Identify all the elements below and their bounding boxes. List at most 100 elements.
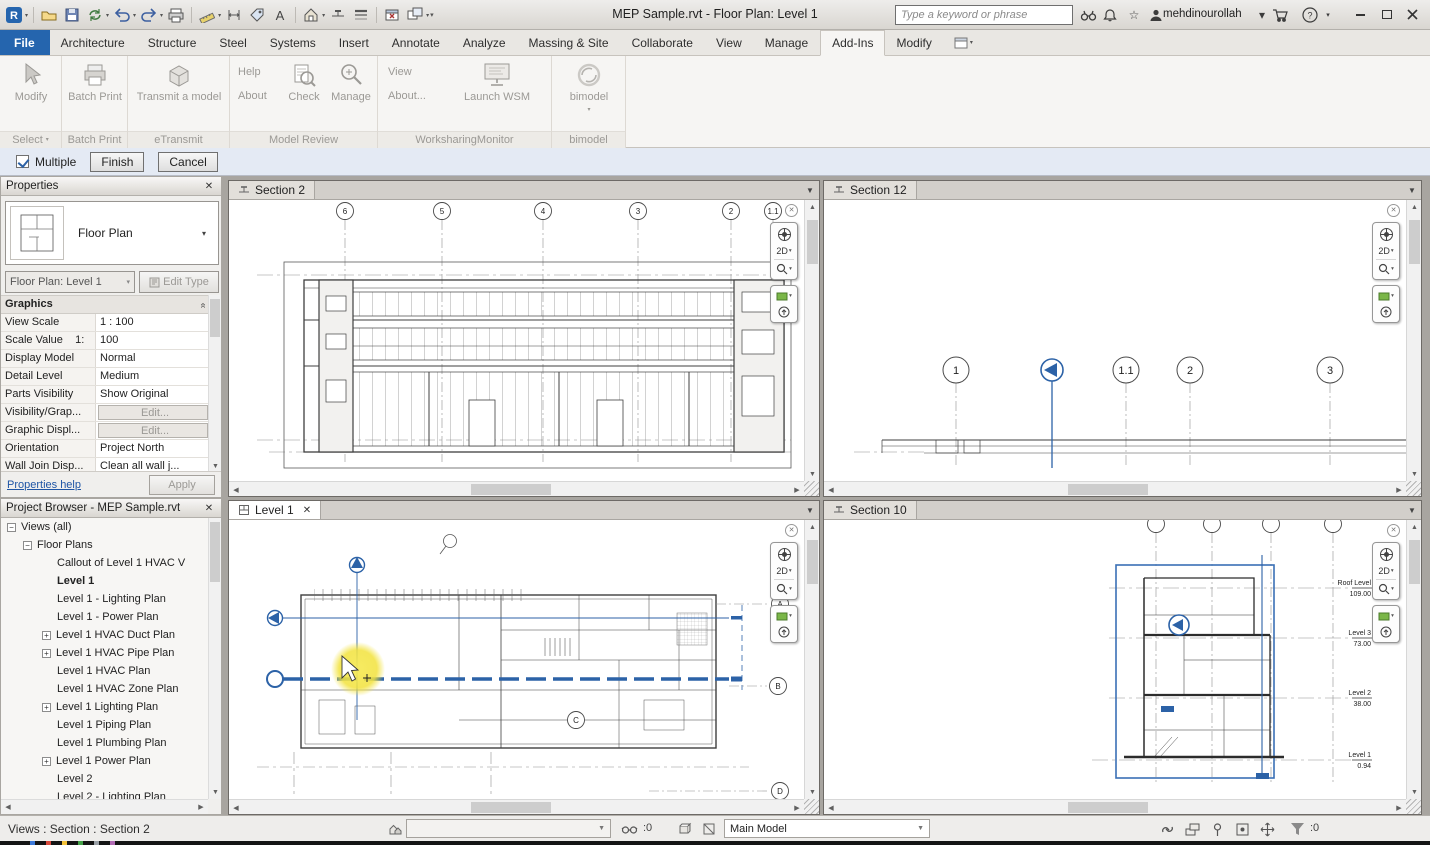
scrollbar-thumb[interactable] (471, 802, 551, 813)
elevation-marker[interactable] (440, 535, 457, 555)
tab-structure[interactable]: Structure (137, 30, 209, 55)
revit-logo-icon[interactable]: R (4, 5, 24, 25)
instance-selector[interactable]: Floor Plan: Level 1 ▾ (5, 271, 135, 293)
chevron-down-icon[interactable]: ▾ (322, 12, 325, 19)
scrollbar-thumb[interactable] (1068, 484, 1148, 495)
resize-grip[interactable] (1406, 799, 1421, 814)
chevron-down-icon[interactable]: ▾ (1252, 6, 1272, 24)
scrollbar-thumb[interactable] (210, 522, 220, 582)
scroll-right-icon[interactable]: ▶ (194, 800, 208, 814)
qat-customize-icon[interactable]: ▾ (430, 11, 434, 19)
section-12-canvas[interactable]: 1 1.1 2 3 ✕ 2D▾ (824, 200, 1406, 481)
minimize-button[interactable] (1349, 4, 1372, 25)
steering-wheel-button[interactable] (771, 545, 797, 564)
scrollbar-thumb[interactable] (1409, 220, 1420, 264)
tree-view-item[interactable]: +Level 1 HVAC Pipe Plan (1, 644, 208, 662)
horizontal-scrollbar[interactable]: ◀▶ (824, 481, 1406, 496)
2d-wheel-button[interactable]: 2D▾ (1373, 244, 1399, 258)
expand-icon[interactable]: + (42, 631, 51, 640)
navbar-close-button[interactable]: ✕ (785, 524, 798, 537)
infocenter-search-input[interactable] (895, 5, 1073, 25)
panel-label-select[interactable]: Select▾ (0, 131, 61, 148)
properties-help-link[interactable]: Properties help (7, 479, 81, 491)
tree-view-item[interactable]: Level 1 HVAC Zone Plan (1, 680, 208, 698)
collapse-icon[interactable]: − (23, 541, 32, 550)
property-row[interactable]: Visibility/Grap...Edit... (1, 404, 210, 422)
tree-node-views[interactable]: −Views (all) (1, 518, 208, 536)
close-icon[interactable]: ✕ (202, 503, 216, 514)
measure-icon[interactable] (197, 5, 217, 25)
scrollbar-thumb[interactable] (807, 540, 818, 584)
tab-systems[interactable]: Systems (259, 30, 328, 55)
property-row[interactable]: Display ModelNormal (1, 350, 210, 368)
scrollbar-thumb[interactable] (1409, 540, 1420, 584)
tab-view[interactable]: View (705, 30, 754, 55)
section-marker[interactable] (1161, 555, 1269, 779)
tab-collaborate[interactable]: Collaborate (621, 30, 705, 55)
chevron-down-icon[interactable]: ▾ (106, 12, 109, 19)
2d-wheel-button[interactable]: 2D▾ (1373, 564, 1399, 578)
resize-grip[interactable] (804, 799, 819, 814)
model-review-about-button[interactable]: About (238, 90, 276, 102)
batch-print-button[interactable]: Batch Print (65, 58, 125, 130)
properties-scrollbar[interactable]: ▼ (208, 295, 221, 473)
notifications-icon[interactable] (1100, 6, 1120, 24)
tab-modify[interactable]: Modify (885, 30, 943, 55)
scrollbar-thumb[interactable] (1068, 802, 1148, 813)
edit-button[interactable]: Edit... (98, 405, 208, 420)
design-option-select[interactable]: Main Model▼ (724, 819, 930, 838)
type-selector[interactable]: Floor Plan ▾ (5, 201, 219, 265)
crop-region[interactable] (1116, 565, 1274, 778)
worksets-icon[interactable] (386, 821, 404, 837)
tab-annotate[interactable]: Annotate (381, 30, 452, 55)
close-icon[interactable]: ✕ (202, 181, 216, 192)
collapse-chevron-icon[interactable]: « (194, 303, 209, 309)
apply-button[interactable]: Apply (149, 475, 215, 495)
viewport-menu-button[interactable]: ▼ (801, 501, 819, 519)
switch-windows-icon[interactable] (405, 5, 425, 25)
expand-icon[interactable]: + (42, 649, 51, 658)
select-pinned-toggle[interactable] (1208, 821, 1226, 837)
tree-view-item[interactable]: Level 1 Piping Plan (1, 716, 208, 734)
zoom-button[interactable]: ▾ (1373, 261, 1399, 277)
vertical-scrollbar[interactable]: ▲▼ (1406, 200, 1421, 481)
property-row[interactable]: Graphic Displ...Edit... (1, 422, 210, 440)
chevron-down-icon[interactable]: ▾ (1318, 6, 1338, 24)
section-10-canvas[interactable]: Roof Level 109.00 Level 3 73.00 Level 2 … (824, 520, 1406, 799)
show-crop-button[interactable]: ▾ (771, 288, 797, 304)
wsm-about-button[interactable]: About... (388, 90, 434, 102)
tab-section-10[interactable]: Section 10 (824, 501, 917, 519)
tab-analyze[interactable]: Analyze (452, 30, 518, 55)
model-review-help-button[interactable]: Help (238, 66, 276, 78)
grid-bubbles[interactable] (943, 357, 1343, 383)
design-options-icon[interactable] (676, 821, 694, 837)
tree-view-item[interactable]: Level 1 - Power Plan (1, 608, 208, 626)
scroll-left-icon[interactable]: ◀ (1, 800, 15, 814)
scroll-down-icon[interactable]: ▼ (209, 785, 222, 799)
expand-icon[interactable]: + (42, 703, 51, 712)
property-row[interactable]: OrientationProject North (1, 440, 210, 458)
section-marker[interactable] (1041, 359, 1063, 468)
transmit-model-button[interactable]: Transmit a model (134, 58, 224, 130)
close-hidden-windows-icon[interactable] (382, 5, 402, 25)
tab-massing-site[interactable]: Massing & Site (518, 30, 621, 55)
redo-icon[interactable] (139, 5, 159, 25)
select-links-toggle[interactable] (1158, 821, 1176, 837)
check-button[interactable]: Check (282, 58, 326, 130)
editable-only-icon[interactable] (620, 821, 638, 837)
scrollbar-thumb[interactable] (210, 299, 220, 337)
cancel-button[interactable]: Cancel (158, 152, 217, 172)
multiple-checkbox[interactable] (16, 155, 29, 168)
chevron-down-icon[interactable]: ▾ (160, 12, 163, 19)
property-row[interactable]: View Scale1 : 100 (1, 314, 210, 332)
undo-icon[interactable] (112, 5, 132, 25)
tree-view-item[interactable]: Level 2 - Lighting Plan (1, 788, 208, 799)
group-header-graphics[interactable]: Graphics « (1, 296, 210, 314)
level-1-canvas[interactable]: A B C D ✕ 2D▾ ▾ (229, 520, 804, 799)
tree-view-item-active[interactable]: Level 1 (1, 572, 208, 590)
horizontal-scrollbar[interactable]: ◀▶ (229, 799, 804, 814)
grid-bubbles[interactable] (1148, 520, 1342, 533)
help-icon[interactable]: ? (1300, 6, 1320, 24)
save-icon[interactable] (62, 5, 82, 25)
steering-wheel-button[interactable] (771, 225, 797, 244)
